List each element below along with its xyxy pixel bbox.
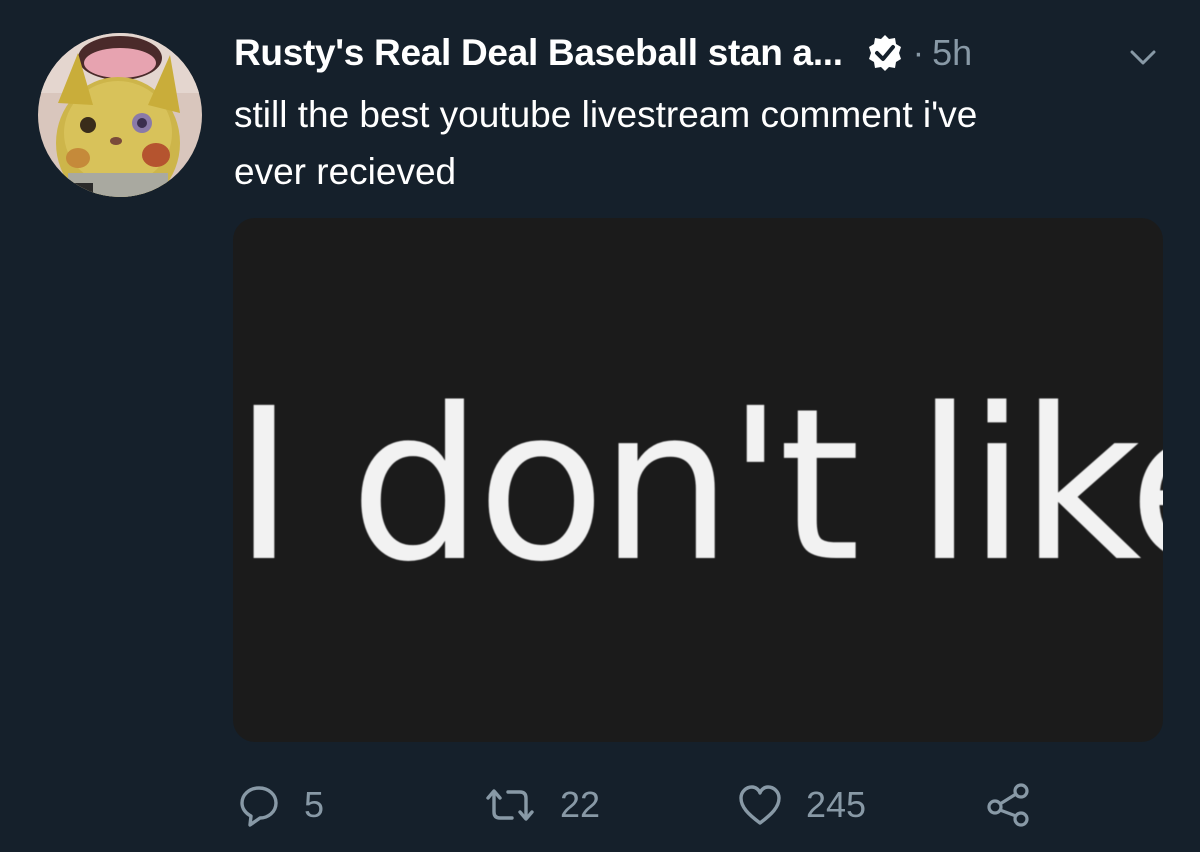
timestamp[interactable]: 5h bbox=[932, 32, 972, 74]
verified-badge-icon bbox=[865, 33, 905, 73]
avatar[interactable] bbox=[38, 33, 202, 197]
retweet-count: 22 bbox=[560, 784, 601, 825]
like-button[interactable]: 245 bbox=[736, 770, 866, 840]
heart-icon bbox=[739, 785, 781, 825]
share-button[interactable] bbox=[985, 770, 1033, 840]
retweet-button[interactable]: 22 bbox=[482, 770, 600, 840]
tweet-media[interactable]: I don't like bbox=[233, 218, 1163, 742]
share-icon bbox=[987, 783, 1029, 827]
tweet-text: still the best youtube livestream commen… bbox=[234, 94, 978, 192]
tweet-header: Rusty's Real Deal Baseball stan a... · 5… bbox=[234, 28, 972, 78]
media-caption-text: I don't like bbox=[233, 363, 1163, 608]
chevron-down-icon[interactable] bbox=[1126, 40, 1160, 74]
avatar-image bbox=[38, 33, 202, 197]
display-name[interactable]: Rusty's Real Deal Baseball stan a... bbox=[234, 32, 843, 74]
tweet[interactable]: Rusty's Real Deal Baseball stan a... · 5… bbox=[0, 0, 1200, 852]
reply-button[interactable]: 5 bbox=[236, 770, 324, 840]
action-bar: 5 22 245 bbox=[0, 770, 1200, 840]
reply-count: 5 bbox=[304, 784, 325, 825]
retweet-icon bbox=[486, 789, 534, 821]
like-count: 245 bbox=[806, 784, 867, 825]
reply-icon bbox=[240, 786, 278, 827]
separator-dot: · bbox=[912, 33, 925, 72]
